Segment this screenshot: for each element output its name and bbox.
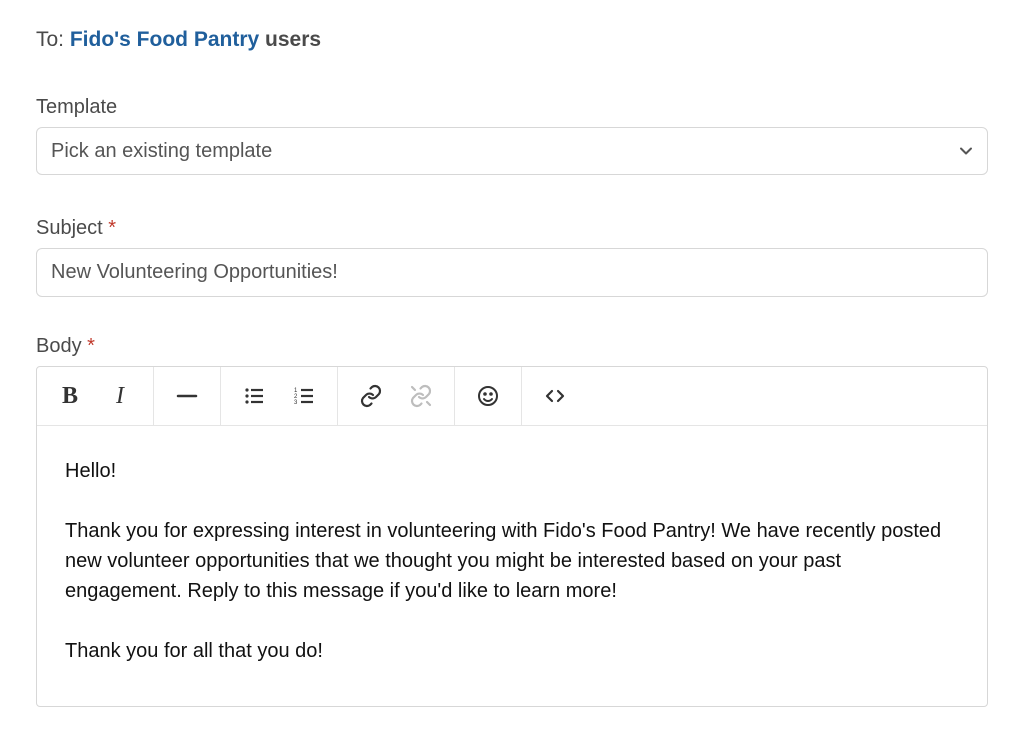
horizontal-rule-button[interactable] xyxy=(162,367,212,425)
body-label-text: Body xyxy=(36,335,82,357)
body-label: Body * xyxy=(36,335,988,358)
link-icon xyxy=(359,384,383,408)
link-button[interactable] xyxy=(346,367,396,425)
toolbar-group-rule xyxy=(154,367,221,425)
template-label: Template xyxy=(36,96,988,119)
italic-button[interactable]: I xyxy=(95,367,145,425)
body-editor: B I xyxy=(36,366,988,707)
to-suffix: users xyxy=(259,28,321,51)
subject-input[interactable] xyxy=(36,248,988,297)
emoji-button[interactable] xyxy=(463,367,513,425)
unlink-icon xyxy=(409,384,433,408)
editor-toolbar: B I xyxy=(37,367,987,426)
toolbar-group-emoji xyxy=(455,367,522,425)
bold-icon: B xyxy=(62,383,78,410)
emoji-icon xyxy=(476,384,500,408)
recipient-line: To: Fido's Food Pantry users xyxy=(36,28,988,52)
numbered-list-icon: 1 2 3 xyxy=(293,385,315,407)
toolbar-group-links xyxy=(338,367,455,425)
template-select[interactable]: Pick an existing template xyxy=(36,127,988,175)
unlink-button[interactable] xyxy=(396,367,446,425)
toolbar-group-code xyxy=(522,367,588,425)
body-paragraph: Hello! xyxy=(65,456,959,486)
horizontal-rule-icon xyxy=(176,385,198,407)
subject-label: Subject * xyxy=(36,217,988,240)
body-required-marker: * xyxy=(87,335,95,357)
recipient-org-link[interactable]: Fido's Food Pantry xyxy=(70,28,259,51)
svg-text:3: 3 xyxy=(294,400,298,406)
toolbar-group-lists: 1 2 3 xyxy=(221,367,338,425)
body-paragraph: Thank you for expressing interest in vol… xyxy=(65,516,959,606)
body-textarea[interactable]: Hello! Thank you for expressing interest… xyxy=(37,426,987,706)
bold-button[interactable]: B xyxy=(45,367,95,425)
italic-icon: I xyxy=(116,383,124,410)
numbered-list-button[interactable]: 1 2 3 xyxy=(279,367,329,425)
subject-label-text: Subject xyxy=(36,217,103,239)
template-select-wrap: Pick an existing template xyxy=(36,127,988,175)
body-paragraph: Thank you for all that you do! xyxy=(65,636,959,666)
toolbar-group-text: B I xyxy=(37,367,154,425)
to-prefix: To: xyxy=(36,28,70,51)
code-view-button[interactable] xyxy=(530,367,580,425)
bullet-list-button[interactable] xyxy=(229,367,279,425)
subject-required-marker: * xyxy=(108,217,116,239)
code-icon xyxy=(543,384,567,408)
bullet-list-icon xyxy=(243,385,265,407)
